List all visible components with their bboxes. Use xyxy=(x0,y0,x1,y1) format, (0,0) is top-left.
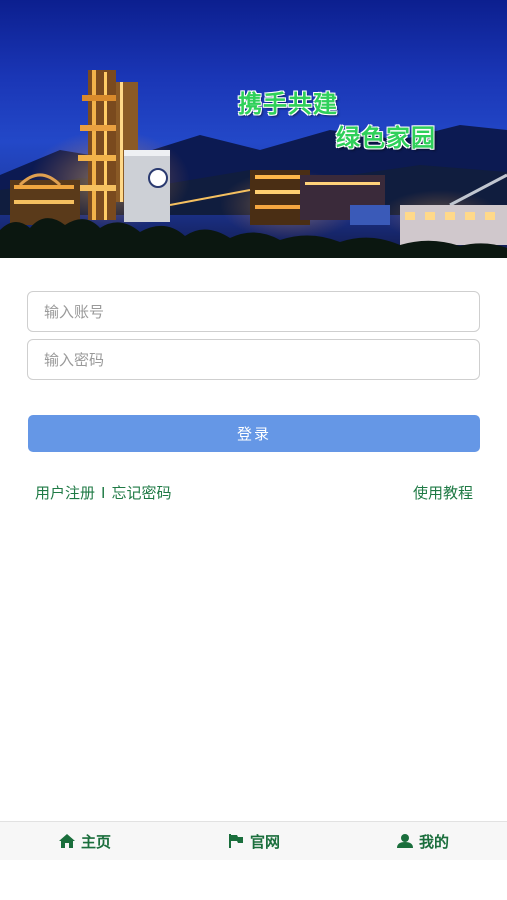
slogan-line-1: 携手共建 xyxy=(238,90,338,118)
nav-label-mine: 我的 xyxy=(418,832,449,851)
tutorial-link[interactable]: 使用教程 xyxy=(413,484,473,502)
login-button[interactable]: 登录 xyxy=(28,415,480,452)
header-banner: 携手共建 绿色家园 xyxy=(0,0,507,258)
nav-label-official-site: 官网 xyxy=(249,832,280,851)
account-input[interactable] xyxy=(27,291,480,332)
nav-item-mine[interactable]: 我的 xyxy=(338,831,507,852)
forgot-password-link[interactable]: 忘记密码 xyxy=(111,484,171,502)
password-input[interactable] xyxy=(27,339,480,380)
slogan-line-2: 绿色家园 xyxy=(336,124,436,152)
account-links: 用户注册 I 忘记密码 xyxy=(35,482,171,503)
user-icon xyxy=(396,834,413,848)
home-icon xyxy=(58,834,75,848)
help-links: 使用教程 xyxy=(413,482,473,503)
bottom-nav: 主页 官网 我的 xyxy=(0,821,507,860)
nav-item-home[interactable]: 主页 xyxy=(0,831,169,852)
flag-icon xyxy=(228,834,243,848)
link-separator: I xyxy=(101,484,106,502)
register-link[interactable]: 用户注册 xyxy=(35,484,95,502)
nav-label-home: 主页 xyxy=(80,832,111,851)
nav-item-official-site[interactable]: 官网 xyxy=(169,831,338,852)
